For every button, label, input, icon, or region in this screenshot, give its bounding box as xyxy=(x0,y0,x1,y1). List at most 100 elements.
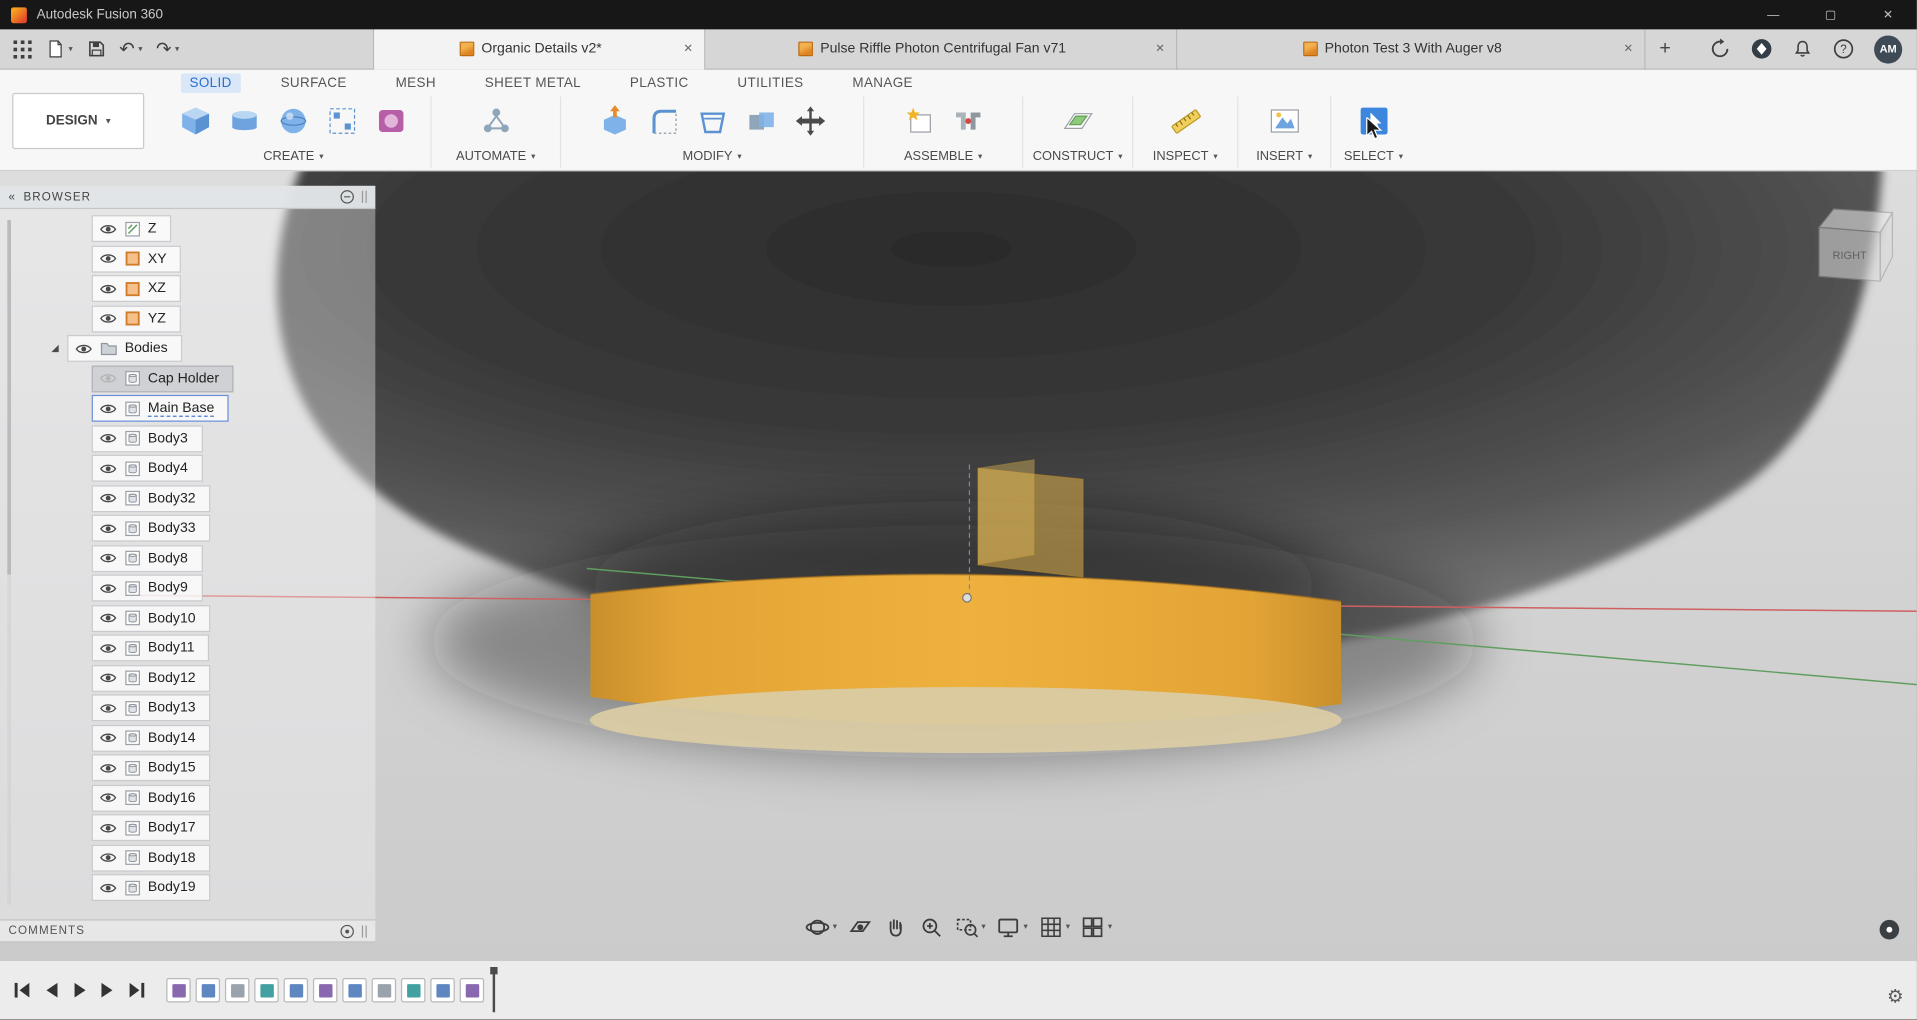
timeline-feature-icon[interactable] xyxy=(254,978,279,1003)
fillet-icon[interactable] xyxy=(644,101,683,140)
skip-to-start-icon[interactable] xyxy=(12,980,32,1000)
viewports-icon[interactable]: ▾ xyxy=(1080,914,1112,940)
joint-icon[interactable] xyxy=(948,101,987,140)
construct-menu[interactable]: CONSTRUCT ▾ xyxy=(1033,149,1123,167)
box-primitive-icon[interactable] xyxy=(176,101,215,140)
browser-item-xy[interactable]: XY xyxy=(91,245,182,273)
move-copy-icon[interactable] xyxy=(790,101,829,140)
cylinder-primitive-icon[interactable] xyxy=(225,101,264,140)
visibility-eye-icon[interactable] xyxy=(99,432,117,445)
comments-toggle-icon[interactable] xyxy=(340,924,355,939)
browser-item-cap-holder[interactable]: Cap Holder xyxy=(91,364,234,392)
create-menu[interactable]: CREATE ▾ xyxy=(263,149,323,167)
user-avatar[interactable]: AM xyxy=(1874,34,1903,63)
redo-button[interactable]: ↷ ▾ xyxy=(156,40,179,58)
ribbon-tab-plastic[interactable]: PLASTIC xyxy=(621,73,697,93)
job-status-icon[interactable] xyxy=(1709,38,1731,60)
file-menu-button[interactable]: ▾ xyxy=(45,39,73,59)
timeline-feature-icon[interactable] xyxy=(400,978,426,1003)
notifications-bell-icon[interactable] xyxy=(1792,39,1813,60)
visibility-eye-icon[interactable] xyxy=(99,521,117,534)
timeline-marker[interactable] xyxy=(490,966,498,1013)
step-back-icon[interactable] xyxy=(43,980,60,1000)
visibility-eye-icon[interactable] xyxy=(99,671,117,684)
visibility-eye-icon[interactable] xyxy=(99,851,117,864)
timeline-feature-icon[interactable] xyxy=(371,978,397,1003)
timeline-feature-icon[interactable] xyxy=(312,978,338,1003)
document-tab-photon-test-3-with-auger-v8[interactable]: Photon Test 3 With Auger v8 ✕ xyxy=(1177,28,1646,70)
extensions-icon[interactable] xyxy=(1751,38,1773,60)
skip-to-end-icon[interactable] xyxy=(127,980,147,1000)
tab-close-icon[interactable]: ✕ xyxy=(1155,42,1165,55)
browser-item-body17[interactable]: Body17 xyxy=(91,814,211,842)
new-component-icon[interactable] xyxy=(899,101,938,140)
measure-icon[interactable] xyxy=(1166,101,1205,140)
browser-item-body11[interactable]: Body11 xyxy=(91,634,210,662)
save-button[interactable] xyxy=(86,39,106,59)
browser-item-main-base[interactable]: Main Base xyxy=(91,394,230,422)
insert-menu[interactable]: INSERT ▾ xyxy=(1256,149,1312,167)
visibility-eye-icon[interactable] xyxy=(99,312,117,325)
visibility-eye-icon[interactable] xyxy=(99,701,117,714)
browser-item-body33[interactable]: Body33 xyxy=(91,514,211,542)
timeline-feature-icon[interactable] xyxy=(283,978,309,1003)
comments-panel[interactable]: COMMENTS xyxy=(0,919,376,943)
browser-item-z[interactable]: Z xyxy=(91,215,172,243)
shell-icon[interactable] xyxy=(693,101,732,140)
assistant-icon[interactable] xyxy=(1879,919,1900,940)
visibility-eye-icon[interactable] xyxy=(99,731,117,744)
ribbon-tab-sheet-metal[interactable]: SHEET METAL xyxy=(476,73,589,93)
browser-item-body14[interactable]: Body14 xyxy=(91,724,211,752)
browser-item-body10[interactable]: Body10 xyxy=(91,604,211,632)
undo-button[interactable]: ↶ ▾ xyxy=(119,40,142,58)
play-icon[interactable] xyxy=(71,980,88,1000)
visibility-eye-icon[interactable] xyxy=(99,402,117,415)
press-pull-icon[interactable] xyxy=(595,101,634,140)
visibility-eye-icon[interactable] xyxy=(99,252,117,265)
document-tab-pulse-riffle-photon-centrifugal-fan-v71[interactable]: Pulse Riffle Photon Centrifugal Fan v71 ✕ xyxy=(705,28,1178,70)
minimize-button[interactable]: — xyxy=(1745,0,1802,29)
visibility-eye-icon[interactable] xyxy=(99,222,117,235)
timeline-feature-icon[interactable] xyxy=(430,978,455,1003)
zoom-icon[interactable] xyxy=(918,914,944,940)
maximize-button[interactable]: ▢ xyxy=(1802,0,1859,29)
browser-item-body32[interactable]: Body32 xyxy=(91,484,211,512)
pattern-icon[interactable] xyxy=(323,101,362,140)
select-menu[interactable]: SELECT ▾ xyxy=(1344,149,1403,167)
timeline-feature-icon[interactable] xyxy=(224,978,250,1003)
panel-grip[interactable] xyxy=(361,924,367,938)
browser-item-xz[interactable]: XZ xyxy=(91,275,181,302)
automate-menu[interactable]: AUTOMATE ▾ xyxy=(456,149,535,167)
browser-item-body8[interactable]: Body8 xyxy=(91,544,203,572)
browser-item-body9[interactable]: Body9 xyxy=(91,574,203,602)
window-zoom-icon[interactable]: ▾ xyxy=(953,914,986,940)
ribbon-tab-manage[interactable]: MANAGE xyxy=(844,73,922,93)
new-tab-button[interactable]: + xyxy=(1645,38,1684,60)
visibility-eye-icon[interactable] xyxy=(99,641,117,654)
modify-menu[interactable]: MODIFY ▾ xyxy=(683,149,742,167)
canvas-icon[interactable] xyxy=(1265,101,1304,140)
browser-item-yz[interactable]: YZ xyxy=(91,305,181,332)
settings-gear-icon[interactable]: ⚙ xyxy=(1887,985,1903,1008)
browser-item-body18[interactable]: Body18 xyxy=(91,844,211,872)
automate-icon[interactable] xyxy=(476,101,515,140)
construct-plane-icon[interactable] xyxy=(1058,101,1097,140)
assemble-menu[interactable]: ASSEMBLE ▾ xyxy=(904,149,982,167)
visibility-eye-icon[interactable] xyxy=(99,581,117,594)
visibility-eye-icon[interactable] xyxy=(99,611,117,624)
close-button[interactable]: ✕ xyxy=(1859,0,1916,29)
browser-item-body3[interactable]: Body3 xyxy=(91,424,203,452)
visibility-eye-icon[interactable] xyxy=(99,881,117,894)
workspace-selector[interactable]: DESIGN ▾ xyxy=(12,92,145,150)
sphere-primitive-icon[interactable] xyxy=(274,101,313,140)
viewport-canvas[interactable]: RIGHT « BROWSER Z XY XZ YZ Bodies Cap Holder M… xyxy=(0,171,1917,960)
panel-grip[interactable] xyxy=(361,190,367,203)
step-forward-icon[interactable] xyxy=(99,980,116,1000)
ribbon-tab-mesh[interactable]: MESH xyxy=(387,73,444,93)
browser-item-bodies[interactable]: Bodies xyxy=(67,334,183,362)
look-at-icon[interactable] xyxy=(847,914,873,940)
timeline-feature-icon[interactable] xyxy=(459,978,485,1003)
timeline-feature-icon[interactable] xyxy=(166,978,191,1003)
visibility-eye-icon[interactable] xyxy=(99,491,117,504)
collapse-panel-icon[interactable] xyxy=(340,189,355,204)
